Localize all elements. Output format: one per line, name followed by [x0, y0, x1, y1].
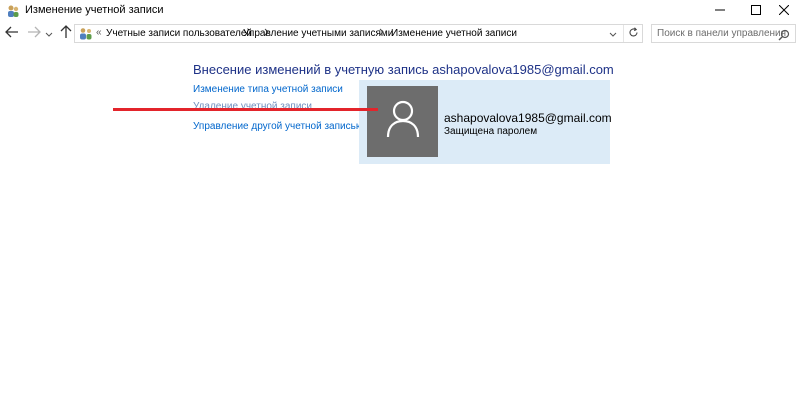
close-button[interactable] [766, 0, 799, 22]
refresh-icon [628, 25, 639, 43]
recent-locations-button[interactable] [44, 26, 54, 42]
account-email: ashapovalova1985@gmail.com [444, 111, 612, 125]
breadcrumb-manage-accounts[interactable]: Управление учетными записями [243, 28, 393, 39]
breadcrumb-separator-icon[interactable] [379, 28, 385, 38]
address-dropdown-button[interactable] [606, 28, 620, 40]
search-icon[interactable] [778, 28, 790, 41]
breadcrumb-user-accounts[interactable]: Учетные записи пользователей [106, 28, 252, 39]
minimize-icon [715, 2, 725, 20]
forward-button[interactable] [26, 26, 42, 42]
users-control-panel-icon [6, 4, 20, 18]
close-icon [778, 2, 790, 20]
manage-another-account-link[interactable]: Управление другой учетной записью [193, 121, 363, 132]
search-placeholder: Поиск в панели управления [657, 28, 787, 39]
search-input[interactable]: Поиск в панели управления [651, 24, 796, 43]
title-bar: Изменение учетной записи [0, 0, 799, 22]
change-account-type-link[interactable]: Изменение типа учетной записи [193, 84, 343, 95]
up-button[interactable] [58, 24, 74, 44]
back-arrow-icon [5, 25, 19, 43]
chevron-down-icon [609, 25, 617, 43]
forward-arrow-icon [27, 25, 41, 43]
window-title: Изменение учетной записи [25, 4, 164, 16]
account-status: Защищена паролем [444, 126, 538, 137]
up-arrow-icon [60, 24, 72, 44]
control-panel-icon [79, 27, 93, 40]
page-heading: Внесение изменений в учетную запись asha… [193, 62, 614, 77]
annotation-line [113, 108, 378, 111]
breadcrumb-change-account[interactable]: Изменение учетной записи [391, 28, 517, 39]
address-bar[interactable]: « Учетные записи пользователей Управлени… [74, 24, 643, 43]
user-icon [386, 100, 420, 143]
avatar [367, 86, 438, 157]
refresh-button[interactable] [623, 25, 642, 42]
chevron-down-icon [45, 25, 53, 43]
back-button[interactable] [4, 26, 20, 42]
minimize-button[interactable] [702, 0, 738, 22]
account-card: ashapovalova1985@gmail.com Защищена паро… [359, 80, 612, 164]
maximize-icon [751, 2, 761, 20]
navigation-bar: « Учетные записи пользователей Управлени… [0, 23, 799, 45]
address-overflow-chevron[interactable]: « [96, 27, 102, 38]
